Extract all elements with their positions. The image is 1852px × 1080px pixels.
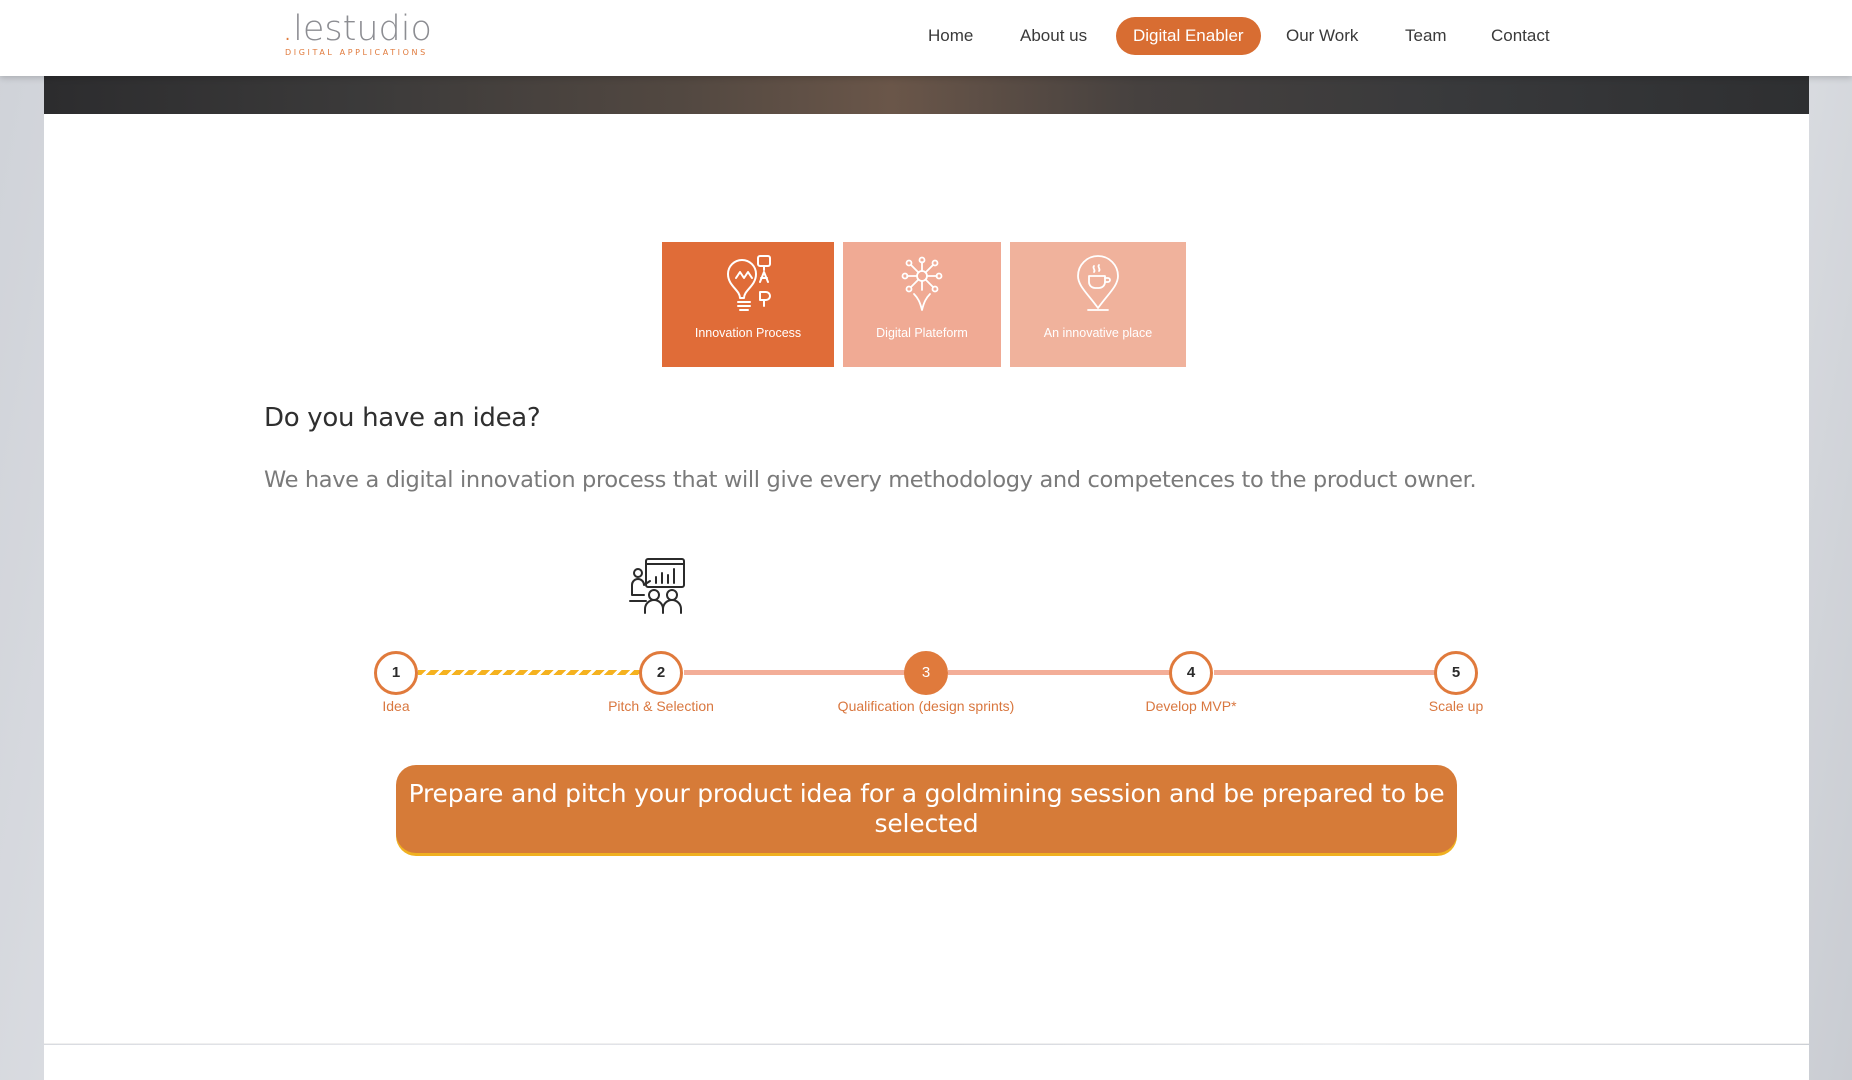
step-3-label: Qualification (design sprints) bbox=[837, 698, 1015, 714]
progress-line-segment bbox=[1214, 670, 1436, 675]
step-4-label: Develop MVP* bbox=[1145, 698, 1237, 714]
step-5-circle[interactable]: 5 bbox=[1434, 651, 1478, 695]
tab-innovative-place[interactable]: An innovative place bbox=[1010, 242, 1186, 367]
step-1-label: Idea bbox=[382, 698, 410, 714]
logo-wordmark: .lestudio bbox=[282, 10, 432, 48]
logo-tagline: DIGITAL APPLICATIONS bbox=[285, 48, 428, 57]
step-2-circle[interactable]: 2 bbox=[639, 651, 683, 695]
tab-digital-plateform[interactable]: Digital Plateform bbox=[843, 242, 1001, 367]
lightbulb-icon bbox=[727, 255, 771, 311]
footer-card bbox=[44, 1045, 1809, 1080]
step-2-label: Pitch & Selection bbox=[608, 698, 714, 714]
section-heading: Do you have an idea? bbox=[264, 403, 541, 433]
progress-line-segment bbox=[684, 670, 906, 675]
tab-label: Innovation Process bbox=[694, 326, 802, 340]
presentation-icon bbox=[629, 558, 685, 614]
tab-label: An innovative place bbox=[1043, 326, 1153, 340]
logo-dot: . bbox=[282, 9, 294, 49]
step-5-label: Scale up bbox=[1428, 698, 1484, 714]
network-hand-icon bbox=[901, 256, 943, 311]
progress-line-segment bbox=[948, 670, 1170, 675]
hero-image bbox=[44, 76, 1809, 114]
tab-innovation-process[interactable]: Innovation Process bbox=[662, 242, 834, 367]
step-1-circle[interactable]: 1 bbox=[374, 651, 418, 695]
tab-label: Digital Plateform bbox=[876, 326, 968, 340]
nav-team[interactable]: Team bbox=[1405, 17, 1447, 55]
logo-name: lestudio bbox=[293, 9, 432, 49]
nav-our-work[interactable]: Our Work bbox=[1286, 17, 1358, 55]
nav-about-us[interactable]: About us bbox=[1020, 17, 1087, 55]
coffee-location-pin-icon bbox=[1077, 255, 1119, 311]
logo[interactable]: .lestudio DIGITAL APPLICATIONS bbox=[282, 10, 432, 60]
progress-line-completed bbox=[418, 670, 640, 675]
nav-home[interactable]: Home bbox=[928, 17, 973, 55]
step-4-circle[interactable]: 4 bbox=[1169, 651, 1213, 695]
nav-contact[interactable]: Contact bbox=[1491, 17, 1550, 55]
section-description: We have a digital innovation process tha… bbox=[264, 467, 1477, 493]
step-3-circle[interactable]: 3 bbox=[904, 651, 948, 695]
callout-line-1: Prepare and pitch your product idea for … bbox=[408, 779, 1445, 808]
step-description-callout: Prepare and pitch your product idea for … bbox=[396, 765, 1457, 853]
site-header: .lestudio DIGITAL APPLICATIONS Home Abou… bbox=[0, 0, 1852, 76]
callout-line-2: selected bbox=[874, 809, 979, 838]
nav-digital-enabler[interactable]: Digital Enabler bbox=[1116, 17, 1261, 55]
